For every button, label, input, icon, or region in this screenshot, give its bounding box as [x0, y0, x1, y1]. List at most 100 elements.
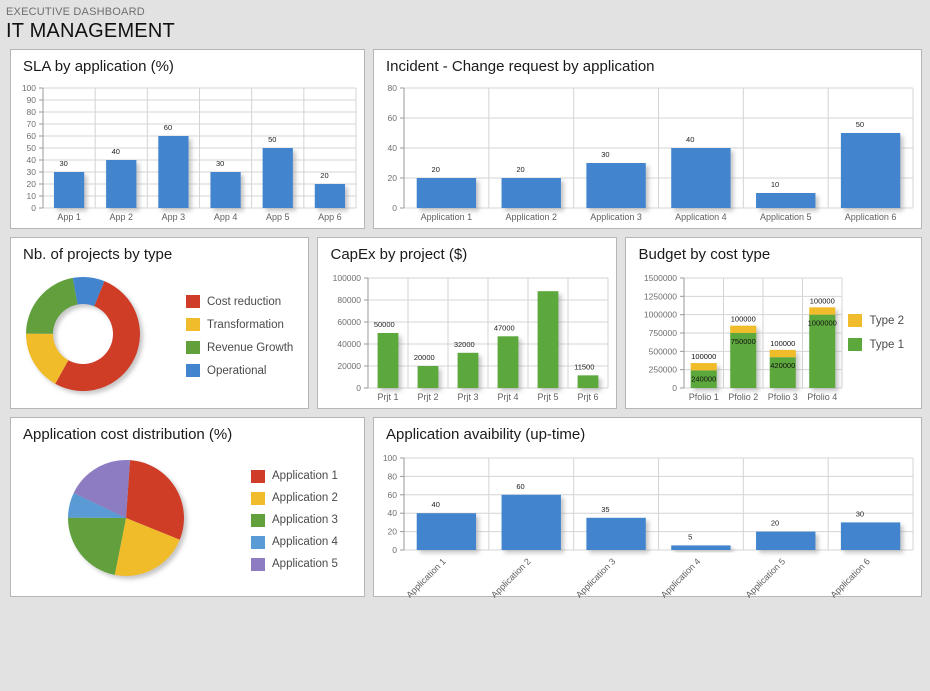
svg-text:500000: 500000: [649, 346, 678, 356]
panel-incident[interactable]: Incident - Change request by application…: [373, 49, 922, 229]
chart-projects[interactable]: Cost reduction Transformation Revenue Grow…: [11, 266, 308, 406]
svg-text:240000: 240000: [692, 374, 717, 383]
panel-projects[interactable]: Nb. of projects by type Cost reduction Tr…: [10, 237, 310, 409]
chart-budget[interactable]: 0 250000 500000 750000 1000000 1250000 1500000…: [626, 266, 921, 410]
legend-label: Application 1: [272, 470, 338, 482]
svg-text:60: 60: [164, 123, 172, 132]
svg-text:100: 100: [383, 453, 397, 463]
svg-text:32000: 32000: [454, 340, 475, 349]
chart-capex[interactable]: 0 20000 40000 60000 80000 100000 50000 20000 320…: [318, 266, 616, 410]
legend-swatch-icon: [251, 535, 265, 549]
svg-text:11500: 11500: [575, 362, 595, 371]
chart-incident[interactable]: 0 20 40 60 80 20 20 30 40 10 50 Application 1 Applic…: [374, 78, 921, 230]
svg-text:Application 3: Application 3: [574, 556, 618, 598]
svg-text:80000: 80000: [338, 295, 362, 305]
legend-budget-item[interactable]: Type 2: [848, 314, 904, 327]
legend-appcost-item[interactable]: Application 3: [251, 513, 338, 527]
legend-appcost-item[interactable]: Application 1: [251, 469, 338, 483]
svg-text:40000: 40000: [338, 339, 362, 349]
svg-text:5: 5: [688, 532, 692, 541]
panel-budget[interactable]: Budget by cost type 0 250000 500000 750000 1…: [625, 237, 922, 409]
legend-label: Type 1: [869, 338, 905, 351]
legend-swatch-icon: [186, 318, 200, 331]
legend-swatch-icon: [251, 513, 265, 527]
legend-budget: Type 2 Type 1: [848, 314, 904, 351]
chart-availability[interactable]: 0 20 40 60 80 100 40 60 35 5 20 30 Application 1 Appl…: [374, 446, 921, 598]
panel-title-capex: CapEx by project ($): [330, 246, 468, 263]
legend-projects-item[interactable]: Transformation: [186, 318, 293, 331]
svg-text:Pfolio 2: Pfolio 2: [729, 392, 759, 402]
svg-text:Application 6: Application 6: [845, 212, 897, 222]
svg-text:10: 10: [27, 191, 37, 201]
panel-availability[interactable]: Application avaibility (up-time) 0 20 40 60…: [373, 417, 922, 598]
svg-text:0: 0: [357, 383, 362, 393]
svg-text:20: 20: [388, 527, 398, 537]
legend-swatch-icon: [848, 314, 863, 327]
svg-text:1500000: 1500000: [644, 273, 677, 283]
svg-text:750000: 750000: [649, 328, 678, 338]
svg-text:20: 20: [388, 173, 398, 183]
panel-capex[interactable]: CapEx by project ($) 0 20000 40000 60000 800…: [317, 237, 618, 410]
chart-appcost[interactable]: Application 1 Application 2 Application 3 A…: [11, 446, 364, 594]
legend-appcost-item[interactable]: Application 5: [251, 557, 338, 571]
svg-text:App 1: App 1: [57, 212, 81, 222]
svg-text:60: 60: [388, 113, 398, 123]
legend-label: Application 4: [272, 536, 338, 548]
legend-budget-item[interactable]: Type 1: [848, 338, 904, 351]
svg-text:60: 60: [27, 131, 37, 141]
panel-sla[interactable]: SLA by application (%) 0 10 20 30 40 50 60 70 80…: [10, 49, 365, 229]
legend-projects-item[interactable]: Cost reduction: [186, 295, 293, 308]
svg-text:30: 30: [59, 159, 67, 168]
svg-text:40: 40: [27, 155, 37, 165]
chart-sla[interactable]: 0 10 20 30 40 50 60 70 80 90 100 30 40 60 30 50 20 App 1 A…: [11, 78, 364, 230]
legend-swatch-icon: [186, 364, 200, 377]
legend-appcost: Application 1 Application 2 Application 3 A…: [251, 469, 338, 571]
panel-appcost[interactable]: Application cost distribution (%) Applic…: [10, 417, 365, 597]
svg-text:Application 4: Application 4: [675, 212, 727, 222]
svg-text:0: 0: [392, 203, 397, 213]
svg-text:40: 40: [686, 135, 694, 144]
svg-text:1000000: 1000000: [644, 310, 677, 320]
panel-title-appcost: Application cost distribution (%): [23, 426, 233, 443]
svg-text:20: 20: [320, 171, 328, 180]
svg-text:20000: 20000: [414, 353, 435, 362]
legend-projects-item[interactable]: Operational: [186, 364, 293, 377]
svg-text:Application 4: Application 4: [659, 556, 703, 598]
svg-text:60: 60: [388, 490, 398, 500]
svg-text:100000: 100000: [810, 296, 835, 305]
svg-text:30: 30: [27, 167, 37, 177]
legend-label: Application 5: [272, 558, 338, 570]
legend-swatch-icon: [251, 469, 265, 483]
svg-text:80: 80: [388, 83, 398, 93]
legend-swatch-icon: [186, 341, 200, 354]
svg-text:0: 0: [31, 203, 36, 213]
svg-text:47000: 47000: [494, 323, 515, 332]
legend-appcost-item[interactable]: Application 4: [251, 535, 338, 549]
svg-text:Application 6: Application 6: [828, 556, 872, 598]
svg-text:40: 40: [112, 147, 120, 156]
svg-text:20000: 20000: [338, 361, 362, 371]
svg-text:60: 60: [516, 482, 524, 491]
svg-text:20: 20: [27, 179, 37, 189]
svg-text:App 4: App 4: [214, 212, 238, 222]
svg-text:1250000: 1250000: [644, 291, 677, 301]
svg-text:30: 30: [601, 150, 609, 159]
svg-text:Application 2: Application 2: [505, 212, 557, 222]
svg-text:420000: 420000: [771, 361, 796, 370]
panel-title-incident: Incident - Change request by application: [386, 58, 655, 75]
svg-text:App 3: App 3: [162, 212, 186, 222]
svg-text:Pfolio 1: Pfolio 1: [689, 392, 719, 402]
dashboard-row-2: Nb. of projects by type Cost reduction Tr…: [10, 237, 922, 409]
svg-text:30: 30: [856, 509, 864, 518]
svg-text:Prjt 2: Prjt 2: [418, 392, 439, 402]
legend-appcost-item[interactable]: Application 2: [251, 491, 338, 505]
svg-text:50: 50: [268, 135, 276, 144]
svg-text:Prjt 5: Prjt 5: [538, 392, 559, 402]
svg-text:30: 30: [216, 159, 224, 168]
legend-projects-item[interactable]: Revenue Growth: [186, 341, 293, 354]
svg-text:Application 3: Application 3: [590, 212, 642, 222]
page-title: IT MANAGEMENT: [6, 20, 175, 42]
svg-text:Pfolio 4: Pfolio 4: [808, 392, 838, 402]
svg-text:80: 80: [388, 471, 398, 481]
svg-text:100000: 100000: [731, 315, 756, 324]
